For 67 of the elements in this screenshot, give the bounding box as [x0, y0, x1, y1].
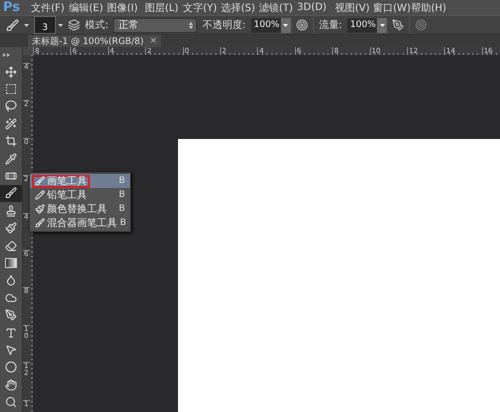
- collapse-icon[interactable]: [3, 53, 10, 57]
- menu-item[interactable]: 滤镜(T): [259, 0, 297, 14]
- brush-size-picker[interactable]: 3: [34, 16, 56, 34]
- app-logo: Ps: [3, 0, 22, 15]
- close-button[interactable]: ×: [150, 36, 158, 46]
- flyout-menu-item[interactable]: 混合器画笔工具 B: [30, 216, 130, 230]
- bandage-icon: [5, 170, 17, 182]
- shortcut-key: B: [118, 204, 125, 214]
- magic-wand-icon: [5, 118, 17, 130]
- menu-item[interactable]: 选择(S): [221, 0, 259, 14]
- menu-item[interactable]: 图像(I): [107, 0, 145, 14]
- caret-icon: [283, 24, 288, 26]
- pointer-icon: [5, 344, 17, 356]
- eyedropper-icon: [5, 152, 17, 165]
- paintbrush-icon: [35, 204, 45, 214]
- brush-icon: [35, 218, 45, 228]
- menu-item[interactable]: 帮助(H): [411, 0, 449, 14]
- menu-item[interactable]: 文字(Y): [183, 0, 221, 14]
- gradient-icon: [5, 258, 17, 268]
- shortcut-key: B: [120, 218, 126, 228]
- tool-label: 混合器画笔工具: [47, 217, 117, 230]
- dashed-square-icon: [5, 83, 17, 96]
- tool-label: 画笔工具: [47, 175, 87, 188]
- menu-item[interactable]: 3D(D): [297, 2, 335, 13]
- menu-item[interactable]: 图层(L): [145, 0, 183, 14]
- caret-icon[interactable]: [58, 24, 63, 26]
- lasso-icon: [5, 100, 17, 112]
- tool-label: 颜色替换工具: [47, 202, 107, 216]
- opacity-field[interactable]: 100%: [250, 18, 281, 32]
- menu-item[interactable]: 编辑(E): [69, 0, 107, 14]
- search-icon: [5, 396, 17, 408]
- dropdown-button[interactable]: [377, 18, 388, 32]
- pencil-icon: [35, 190, 45, 200]
- mode-label: 模式:: [85, 18, 108, 32]
- tool-button[interactable]: [0, 184, 22, 202]
- menu-item[interactable]: 文件(F): [31, 0, 69, 14]
- dropdown-button[interactable]: [280, 18, 291, 32]
- hand-icon: [5, 378, 17, 391]
- menu-item[interactable]: 视图(V): [335, 0, 373, 14]
- move-icon: [5, 66, 17, 78]
- type-icon: [5, 326, 17, 339]
- crop-icon: [5, 135, 17, 148]
- brush-icon[interactable]: [6, 18, 19, 32]
- tool-label: 铅笔工具: [47, 189, 87, 202]
- brush-icon: [5, 187, 17, 200]
- pen-icon: [5, 309, 17, 322]
- menu-item[interactable]: 窗口(W): [373, 0, 411, 14]
- stamp-icon: [5, 204, 17, 217]
- flyout-menu-item[interactable]: 铅笔工具 B: [30, 188, 130, 202]
- up-down-arrows-icon: [189, 22, 194, 28]
- shortcut-key: B: [118, 176, 125, 186]
- droplet-icon: [5, 274, 17, 286]
- flyout-menu-item[interactable]: 画笔工具 B: [30, 174, 130, 188]
- mode-select[interactable]: 正常: [113, 18, 198, 32]
- opacity-label: 不透明度:: [202, 18, 246, 32]
- flow-label: 流量:: [318, 18, 342, 32]
- paintbrush-icon: [5, 222, 17, 234]
- brush-icon: [35, 176, 45, 186]
- brush-size: 3: [42, 24, 48, 33]
- flyout-menu-item[interactable]: 颜色替换工具 B: [30, 202, 130, 216]
- ellipse-icon: [5, 361, 17, 374]
- caret-icon: [380, 24, 385, 26]
- eraser-icon: [5, 240, 17, 252]
- document-tab[interactable]: 未标题-1 @ 100%(RGB/8) ×: [28, 35, 162, 47]
- shortcut-key: B: [118, 190, 125, 200]
- flow-field[interactable]: 100%: [347, 18, 378, 32]
- caret-icon[interactable]: [24, 24, 29, 26]
